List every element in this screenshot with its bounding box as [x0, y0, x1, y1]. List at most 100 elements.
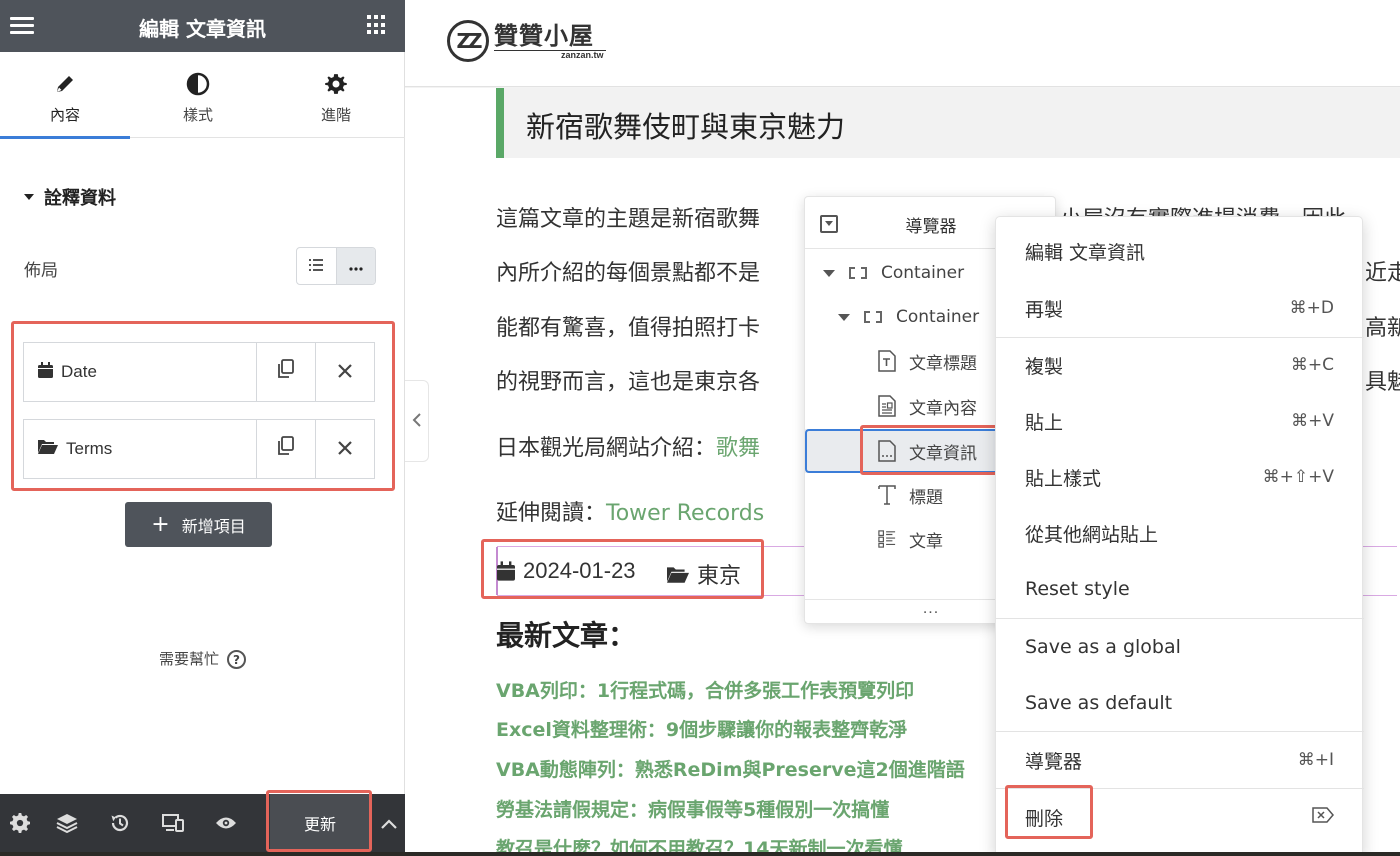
pencil-icon — [0, 72, 130, 96]
calendar-icon — [38, 361, 53, 383]
post-info-term: 東京 — [667, 558, 741, 590]
add-item-button[interactable]: + 新增項目 — [125, 502, 272, 547]
context-menu-paste-from-other-site[interactable]: 從其他網站貼上 — [996, 505, 1364, 561]
post-info-date: 2024-01-23 — [497, 558, 636, 584]
paragraph-line: 這篇文章的主題是新宿歌舞 — [496, 207, 761, 232]
posts-icon — [878, 528, 896, 550]
help-label: 需要幫忙 — [158, 650, 219, 668]
menu-item-label: 貼上 — [1025, 411, 1064, 434]
jnto-line: 日本觀光局網站介紹：歌舞 — [496, 430, 760, 462]
close-icon — [337, 436, 353, 462]
menu-item-label: 編輯 文章資訊 — [1025, 241, 1146, 264]
extended-prefix: 延伸閱讀： — [496, 501, 607, 526]
site-logo-mark[interactable]: ZZ — [447, 20, 489, 62]
navigator-layers-button[interactable] — [40, 794, 93, 856]
post-title: 新宿歌舞伎町與東京魅力 — [526, 110, 846, 144]
post-title-bar[interactable]: 新宿歌舞伎町與東京魅力 — [496, 88, 1400, 158]
paragraph-tail: 近走 — [1365, 261, 1400, 286]
tab-content[interactable]: 內容 — [0, 52, 130, 139]
menu-item-label: 再製 — [1025, 298, 1064, 321]
menu-item-shortcut: ⌘+D — [1289, 298, 1334, 318]
contrast-icon — [133, 72, 263, 96]
post-date: 2024-01-23 — [523, 558, 636, 583]
panel-header: 編輯 文章資訊 — [0, 0, 405, 52]
site-logo-text[interactable]: 贊贊小屋 — [494, 16, 594, 51]
folder-open-icon — [38, 439, 58, 459]
caret-down-icon — [838, 313, 850, 321]
post-term[interactable]: 東京 — [697, 558, 741, 590]
context-menu-save-global[interactable]: Save as a global — [996, 619, 1364, 675]
paragraph-tail: 高新 — [1365, 316, 1400, 341]
plus-icon: + — [151, 511, 170, 537]
panel-tabs: 內容 樣式 進階 — [0, 52, 405, 139]
layout-list-option[interactable] — [297, 248, 336, 284]
tab-style[interactable]: 樣式 — [133, 52, 263, 138]
history-button[interactable] — [93, 794, 146, 856]
inline-dots-icon — [349, 258, 363, 274]
navigator-row-label: Container — [896, 307, 980, 327]
help-link[interactable]: 需要幫忙? — [0, 648, 405, 669]
menu-item-label: Save as a global — [1025, 636, 1181, 658]
navigator-row-label: 文章標題 — [909, 353, 977, 374]
save-options-button[interactable] — [372, 794, 405, 856]
latest-post-link[interactable]: VBA動態陣列：熟悉ReDim與Preserve這2個進階語 — [496, 755, 965, 782]
history-icon — [110, 813, 130, 838]
panel-title: 編輯 文章資訊 — [139, 17, 266, 41]
menu-item-shortcut: ⌘+V — [1291, 411, 1334, 431]
remove-item-button[interactable] — [315, 420, 374, 478]
remove-item-button[interactable] — [315, 343, 374, 401]
collapse-panel-button[interactable] — [405, 380, 429, 462]
settings-gear-button[interactable] — [0, 794, 40, 856]
latest-post-link[interactable]: VBA列印：1行程式碼，合併多張工作表預覽列印 — [496, 676, 914, 703]
latest-post-link[interactable]: Excel資料整理術：9個步驟讓你的報表整齊乾淨 — [496, 715, 907, 742]
navigator-row-label: 文章內容 — [909, 398, 977, 419]
site-logo-domain: zanzan.tw — [561, 50, 604, 60]
extended-link[interactable]: Tower Records — [606, 501, 764, 526]
repeater-item-title[interactable]: Terms — [24, 420, 256, 478]
tab-content-label: 內容 — [49, 106, 80, 124]
paragraph-tail: 具魅 — [1365, 370, 1400, 395]
folder-open-icon — [667, 566, 689, 583]
duplicate-item-button[interactable] — [256, 420, 315, 478]
latest-posts-heading: 最新文章： — [496, 619, 637, 652]
context-menu-edit[interactable]: 編輯 文章資訊 — [996, 223, 1364, 279]
context-menu-copy[interactable]: 複製 ⌘+C — [996, 337, 1364, 393]
context-menu-duplicate[interactable]: 再製 ⌘+D — [996, 280, 1364, 336]
update-button[interactable]: 更新 — [270, 794, 370, 852]
chevron-left-icon — [412, 411, 421, 432]
context-menu: 編輯 文章資訊 再製 ⌘+D 複製 ⌘+C 貼上 ⌘+V 貼上樣式 ⌘+⇧+V … — [995, 216, 1364, 856]
context-menu-reset-style[interactable]: Reset style — [996, 561, 1364, 617]
post-title-icon — [878, 350, 896, 372]
duplicate-item-button[interactable] — [256, 343, 315, 401]
question-icon: ? — [227, 650, 246, 669]
paragraph-line: 能都有驚喜，值得拍照打卡 — [496, 316, 761, 341]
widgets-grid-icon[interactable] — [367, 15, 387, 35]
responsive-mode-button[interactable] — [146, 794, 199, 856]
repeater-item-terms[interactable]: Terms — [23, 419, 375, 479]
site-header: ZZ 贊贊小屋 zanzan.tw — [405, 0, 1400, 87]
chevron-up-icon — [380, 816, 397, 834]
close-icon — [337, 359, 353, 385]
navigator-row-label: Container — [881, 263, 965, 283]
layout-toggle — [296, 247, 376, 285]
paragraph-line: 的視野而言，這也是東京各 — [496, 370, 761, 395]
jnto-link[interactable]: 歌舞 — [716, 436, 760, 461]
preview-button[interactable] — [199, 794, 252, 856]
repeater-item-title[interactable]: Date — [24, 343, 256, 401]
context-menu-delete[interactable]: 刪除 — [996, 789, 1364, 845]
context-menu-paste-style[interactable]: 貼上樣式 ⌘+⇧+V — [996, 449, 1364, 505]
latest-post-link[interactable]: 勞基法請假規定：病假事假等5種假別一次搞懂 — [496, 795, 889, 822]
add-item-label: 新增項目 — [181, 516, 246, 536]
section-title-label: 詮釋資料 — [44, 188, 116, 209]
context-menu-save-default[interactable]: Save as default — [996, 675, 1364, 731]
context-menu-navigator[interactable]: 導覽器 ⌘+I — [996, 732, 1364, 788]
delete-key-icon — [1312, 806, 1334, 828]
layout-inline-option[interactable] — [335, 248, 375, 284]
container-icon — [864, 311, 882, 323]
tab-style-label: 樣式 — [182, 106, 213, 124]
context-menu-paste[interactable]: 貼上 ⌘+V — [996, 393, 1364, 449]
calendar-icon — [497, 561, 515, 581]
tab-advanced[interactable]: 進階 — [271, 52, 401, 138]
section-toggle-metadata[interactable]: 詮釋資料 — [24, 184, 116, 210]
repeater-item-date[interactable]: Date — [23, 342, 375, 402]
